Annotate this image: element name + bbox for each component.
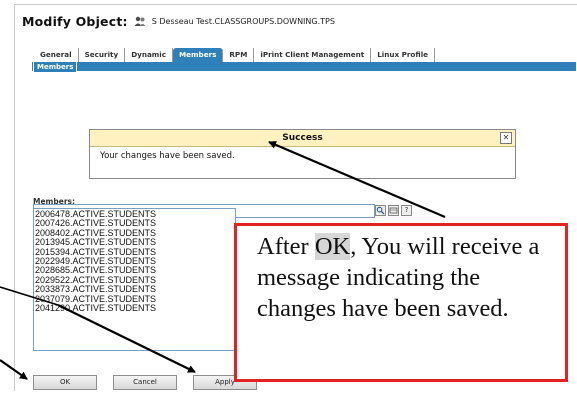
list-item[interactable]: 2041290.ACTIVE.STUDENTS — [35, 303, 235, 313]
search-icon[interactable] — [375, 205, 386, 216]
help-icon[interactable]: ? — [401, 205, 412, 216]
tab-general[interactable]: General — [34, 48, 79, 62]
tab-security[interactable]: Security — [78, 48, 126, 62]
annotation-callout: After OK, You will receive a message ind… — [234, 223, 568, 382]
page-title: Modify Object: — [22, 13, 128, 29]
cancel-button[interactable]: Cancel — [113, 375, 177, 390]
action-buttons: OK Cancel Apply — [33, 375, 257, 390]
success-message: Your changes have been saved. — [100, 151, 235, 161]
members-list[interactable]: 2006478.ACTIVE.STUDENTS 2007426.ACTIVE.S… — [33, 208, 236, 351]
tab-iprint-client-management[interactable]: iPrint Client Management — [254, 48, 372, 62]
subtab-members[interactable]: Members — [33, 61, 78, 73]
group-icon — [134, 15, 146, 27]
close-icon[interactable]: ✕ — [500, 132, 512, 144]
tab-dynamic[interactable]: Dynamic — [125, 48, 174, 62]
tab-bar — [32, 62, 576, 71]
success-title: Success — [282, 133, 323, 143]
browse-icon[interactable] — [388, 205, 399, 216]
members-toolbar: ? — [375, 205, 412, 216]
object-name: S Desseau Test.CLASSGROUPS.DOWNING.TPS — [151, 16, 335, 26]
page-header: Modify Object: S Desseau Test.CLASSGROUP… — [22, 12, 335, 30]
success-header: Success ✕ — [90, 130, 515, 147]
tab-strip: General Security Dynamic Members RPM iPr… — [34, 48, 436, 62]
ok-button[interactable]: OK — [33, 375, 97, 390]
callout-highlight: OK — [314, 233, 351, 260]
callout-prefix: After — [257, 233, 315, 260]
tab-members[interactable]: Members — [173, 48, 224, 62]
tab-rpm[interactable]: RPM — [223, 48, 255, 62]
tab-linux-profile[interactable]: Linux Profile — [371, 48, 436, 62]
success-dialog: Success ✕ Your changes have been saved. — [89, 129, 516, 179]
